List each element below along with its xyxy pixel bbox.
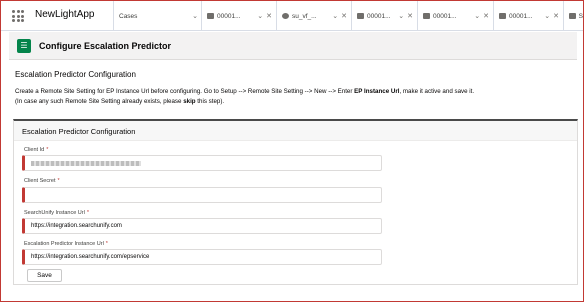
tab-case-3[interactable]: 00001... ⌄ ✕ bbox=[417, 1, 493, 31]
tab-case-4[interactable]: 00001... ⌄ ✕ bbox=[493, 1, 563, 31]
custom-app-icon: ☰ bbox=[17, 38, 31, 53]
input-value: https://integration.searchunify.com/epse… bbox=[31, 254, 150, 260]
chevron-down-icon[interactable]: ⌄ bbox=[398, 12, 404, 20]
label-text: Client Secret bbox=[24, 178, 56, 184]
instructions-line2: (In case any such Remote Site Setting al… bbox=[15, 98, 184, 105]
section-title: Escalation Predictor Configuration bbox=[15, 70, 136, 79]
app-name: NewLightApp bbox=[35, 9, 95, 20]
tab-label: 00001... bbox=[433, 12, 457, 20]
instructions-line1-end: , make it active and save it. bbox=[399, 88, 475, 95]
chevron-down-icon[interactable]: ⌄ bbox=[192, 12, 198, 20]
case-icon bbox=[499, 13, 506, 19]
app-launcher-icon[interactable] bbox=[12, 10, 24, 22]
tab-case-1[interactable]: 00001... ⌄ ✕ bbox=[201, 1, 276, 31]
instructions-text: Create a Remote Site Setting for EP Inst… bbox=[15, 87, 575, 107]
tab-cases[interactable]: Cases ⌄ bbox=[113, 1, 201, 31]
instructions-line2-end: this step). bbox=[195, 98, 225, 105]
tab-label: Cases bbox=[119, 12, 138, 20]
required-mark: * bbox=[86, 210, 89, 216]
ep-url-input[interactable]: https://integration.searchunify.com/epse… bbox=[22, 249, 382, 265]
tab-case-2[interactable]: 00001... ⌄ ✕ bbox=[351, 1, 417, 31]
ep-url-label: Escalation Predictor Instance Url * bbox=[24, 241, 108, 247]
client-id-label: Client Id * bbox=[24, 147, 48, 153]
label-text: Client Id bbox=[24, 147, 45, 153]
chevron-down-icon[interactable]: ⌄ bbox=[257, 12, 263, 20]
searchunify-url-label: SearchUnify Instance Url * bbox=[24, 210, 89, 216]
client-secret-label: Client Secret * bbox=[24, 178, 60, 184]
close-icon[interactable]: ✕ bbox=[266, 12, 272, 20]
tab-label: 00001... bbox=[509, 12, 533, 20]
required-mark: * bbox=[105, 241, 108, 247]
case-icon bbox=[357, 13, 364, 19]
close-icon[interactable]: ✕ bbox=[341, 12, 347, 20]
case-icon bbox=[569, 13, 576, 19]
redacted-value bbox=[31, 160, 141, 166]
tab-label: S bbox=[578, 12, 583, 20]
tab-case-5[interactable]: S bbox=[563, 1, 583, 31]
instructions-emphasis: EP Instance Url bbox=[354, 88, 400, 95]
page-header: ☰ Configure Escalation Predictor bbox=[9, 32, 577, 60]
save-button[interactable]: Save bbox=[27, 269, 62, 282]
chevron-down-icon[interactable]: ⌄ bbox=[474, 12, 480, 20]
required-mark: * bbox=[46, 147, 49, 153]
chevron-down-icon[interactable]: ⌄ bbox=[544, 12, 550, 20]
label-text: Escalation Predictor Instance Url bbox=[24, 241, 104, 247]
configuration-form: Escalation Predictor Configuration Clien… bbox=[13, 119, 578, 285]
tab-label: 00001... bbox=[217, 12, 241, 20]
required-mark: * bbox=[57, 178, 60, 184]
client-id-input[interactable] bbox=[22, 155, 382, 171]
close-icon[interactable]: ✕ bbox=[407, 12, 413, 20]
form-title: Escalation Predictor Configuration bbox=[22, 127, 136, 136]
close-icon[interactable]: ✕ bbox=[553, 12, 559, 20]
case-icon bbox=[207, 13, 214, 19]
tab-label: 00001... bbox=[367, 12, 391, 20]
instructions-line1: Create a Remote Site Setting for EP Inst… bbox=[15, 88, 355, 95]
label-text: SearchUnify Instance Url bbox=[24, 210, 85, 216]
tab-visualforce[interactable]: su_vf_... ⌄ ✕ bbox=[276, 1, 351, 31]
global-nav-bar: NewLightApp Cases ⌄ 00001... ⌄ ✕ su_vf_.… bbox=[1, 1, 583, 31]
instructions-emphasis: skip bbox=[183, 98, 196, 105]
close-icon[interactable]: ✕ bbox=[483, 12, 489, 20]
visualforce-icon bbox=[282, 13, 289, 19]
chevron-down-icon[interactable]: ⌄ bbox=[332, 12, 338, 20]
searchunify-url-input[interactable]: https://integration.searchunify.com bbox=[22, 218, 382, 234]
client-secret-input[interactable] bbox=[22, 187, 382, 203]
tab-label: su_vf_... bbox=[292, 12, 317, 20]
case-icon bbox=[423, 13, 430, 19]
page-title: Configure Escalation Predictor bbox=[39, 40, 172, 51]
input-value: https://integration.searchunify.com bbox=[31, 223, 122, 229]
